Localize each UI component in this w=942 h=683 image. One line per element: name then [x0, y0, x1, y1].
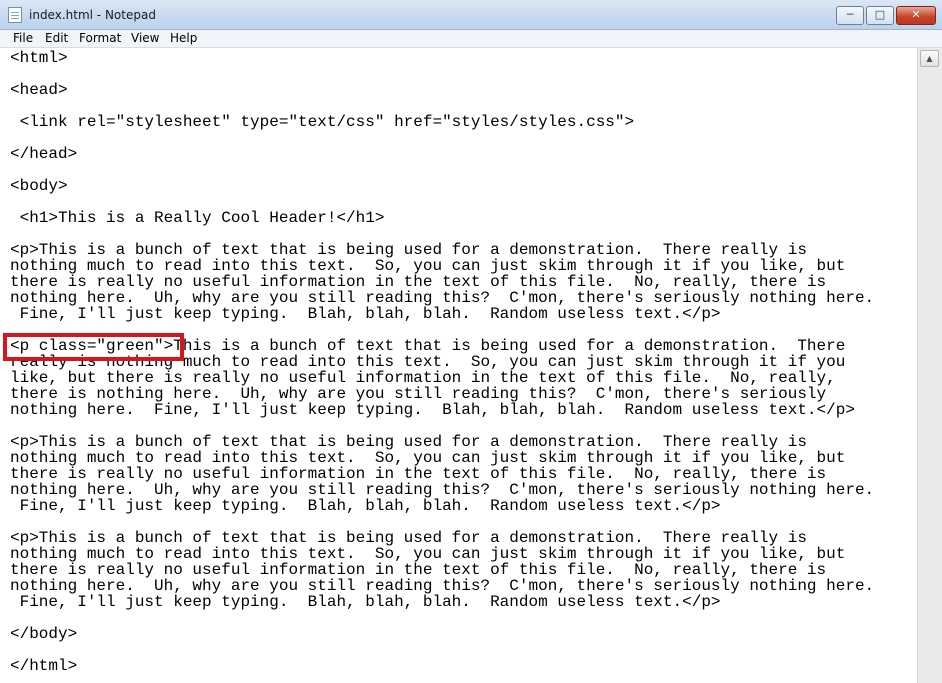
text-line: </html>: [10, 657, 78, 675]
window-title: index.html - Notepad: [29, 8, 156, 22]
text-line: Fine, I'll just keep typing. Blah, blah,…: [10, 497, 721, 515]
close-button[interactable]: ✕: [896, 6, 936, 25]
text-line: </body>: [10, 625, 78, 643]
menu-format[interactable]: Format: [79, 31, 121, 45]
text-line: <html>: [10, 49, 68, 67]
minimize-button[interactable]: ─: [836, 6, 864, 25]
text-line: Fine, I'll just keep typing. Blah, blah,…: [10, 593, 721, 611]
text-line: <body>: [10, 177, 68, 195]
document-text[interactable]: <html> <head> <link rel="stylesheet" typ…: [10, 50, 874, 674]
text-line: nothing here. Fine, I'll just keep typin…: [10, 401, 855, 419]
menu-file[interactable]: File: [13, 31, 33, 45]
text-line: </head>: [10, 145, 78, 163]
text-line: Fine, I'll just keep typing. Blah, blah,…: [10, 305, 721, 323]
menu-help[interactable]: Help: [170, 31, 197, 45]
notepad-icon: [8, 7, 22, 23]
menu-bar: File Edit Format View Help: [0, 30, 942, 48]
title-bar: index.html - Notepad ─ □ ✕: [0, 0, 942, 30]
vertical-scrollbar[interactable]: ▲: [917, 48, 942, 683]
text-line: <link rel="stylesheet" type="text/css" h…: [10, 113, 635, 131]
menu-edit[interactable]: Edit: [45, 31, 68, 45]
text-line: <h1>This is a Really Cool Header!</h1>: [10, 209, 385, 227]
scroll-up-arrow-icon[interactable]: ▲: [920, 50, 939, 67]
maximize-button[interactable]: □: [866, 6, 894, 25]
text-line: <head>: [10, 81, 68, 99]
text-editor[interactable]: <html> <head> <link rel="stylesheet" typ…: [0, 48, 917, 683]
menu-view[interactable]: View: [131, 31, 159, 45]
